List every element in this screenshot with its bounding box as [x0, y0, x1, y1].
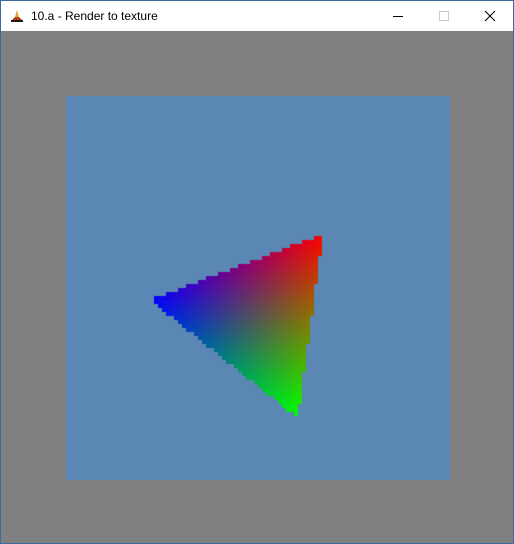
maximize-icon	[439, 11, 449, 21]
maximize-button[interactable]	[421, 1, 467, 31]
render-texture-quad	[66, 96, 450, 480]
app-window: 10.a - Render to texture	[0, 0, 514, 544]
window-title: 10.a - Render to texture	[31, 9, 158, 23]
app-icon	[11, 10, 23, 22]
close-icon	[484, 10, 496, 22]
minimize-icon	[393, 16, 403, 17]
window-controls	[375, 1, 513, 31]
title-bar[interactable]: 10.a - Render to texture	[1, 1, 513, 31]
minimize-button[interactable]	[375, 1, 421, 31]
close-button[interactable]	[467, 1, 513, 31]
rgb-triangle	[66, 96, 450, 480]
render-viewport[interactable]	[1, 31, 513, 543]
